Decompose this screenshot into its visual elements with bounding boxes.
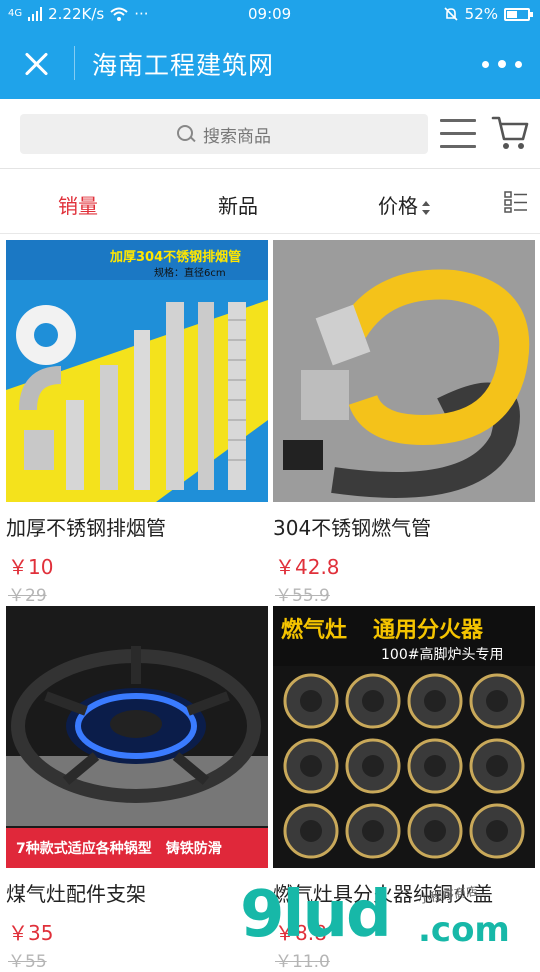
image-banner-text: 7种款式适应各种锅型 铸铁防滑 (16, 841, 222, 857)
more-options-button[interactable] (482, 52, 522, 76)
product-image: 加厚304不锈钢排烟管 规格：直径6cm (6, 240, 268, 502)
watermark-suffix: .com (418, 910, 510, 950)
network-speed: 2.22K/s (48, 5, 105, 23)
top-bar: 4G 2.22K/s ··· 09:09 52% 海南工程建筑网 (0, 0, 540, 99)
header-divider (74, 46, 75, 80)
product-name: 304不锈钢燃气管 (273, 516, 432, 540)
wifi-icon (110, 7, 128, 21)
product-original-price: ￥55.9 (275, 586, 330, 606)
battery-percent: 52% (464, 5, 498, 23)
product-name: 煤气灶配件支架 (6, 882, 146, 906)
list-view-icon (504, 191, 527, 213)
network-type: 4G (8, 8, 23, 19)
tab-price-label: 价格 (378, 194, 418, 218)
close-button[interactable] (16, 46, 56, 82)
product-price: ￥10 (8, 555, 54, 579)
status-time: 09:09 (248, 5, 292, 23)
search-placeholder: 搜索商品 (203, 126, 271, 147)
status-bar: 4G 2.22K/s ··· 09:09 52% (0, 0, 540, 30)
product-image: 燃气灶 通用分火器 100#高脚炉头专用 (273, 606, 535, 868)
watermark-logo: 9lud .com 小程序商店 (240, 880, 540, 960)
cart-icon (491, 116, 529, 149)
signal-icon (28, 7, 43, 21)
view-toggle-button[interactable] (504, 190, 528, 214)
product-name: 加厚不锈钢排烟管 (6, 516, 166, 540)
tab-sales[interactable]: 销量 (58, 190, 98, 219)
product-image: 7种款式适应各种锅型 铸铁防滑 (6, 606, 268, 868)
search-input[interactable]: 搜索商品 (20, 114, 428, 154)
image-spec-text: 规格：直径6cm (154, 268, 226, 279)
product-image (273, 240, 535, 502)
sort-icon (421, 200, 431, 215)
category-list-button[interactable] (438, 115, 478, 153)
product-original-price: ￥29 (8, 586, 47, 606)
app-header: 海南工程建筑网 (0, 30, 540, 99)
sort-tabs: 销量 新品 价格 (0, 170, 540, 234)
cart-button[interactable] (490, 113, 530, 153)
mute-bell-icon (444, 7, 458, 21)
watermark-main: 9lud (240, 878, 392, 952)
watermark-note: 小程序商店 (417, 883, 479, 907)
image-banner-left: 燃气灶 (281, 618, 348, 643)
product-price: ￥35 (8, 921, 54, 945)
image-sub-text: 100#高脚炉头专用 (381, 647, 504, 663)
product-price: ￥42.8 (275, 555, 340, 579)
tab-price[interactable]: 价格 (378, 190, 431, 219)
search-row: 搜索商品 (0, 99, 540, 169)
page-title: 海南工程建筑网 (92, 51, 275, 80)
image-banner-text: 加厚304不锈钢排烟管 (110, 250, 242, 265)
battery-icon (504, 7, 533, 21)
image-banner-right: 通用分火器 (373, 618, 484, 643)
status-dots: ··· (134, 5, 149, 23)
tab-new[interactable]: 新品 (218, 190, 258, 219)
search-icon (177, 125, 195, 143)
